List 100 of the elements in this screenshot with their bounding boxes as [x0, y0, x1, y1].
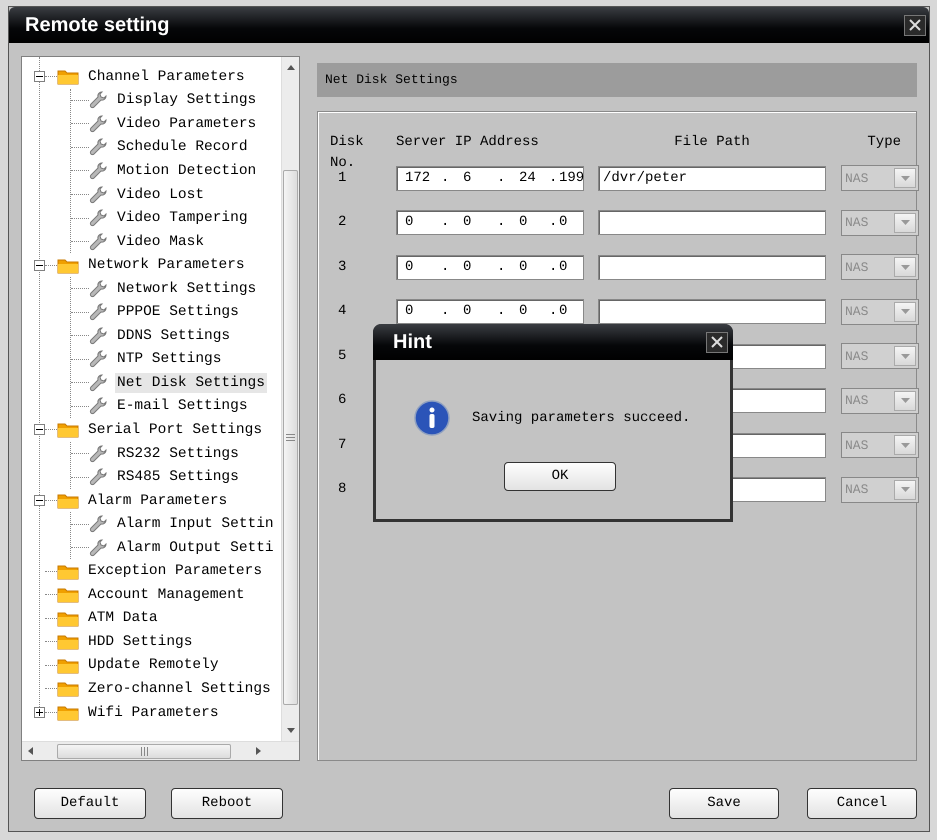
tree-item[interactable]: Update Remotely: [86, 655, 221, 676]
folder-icon: [57, 421, 79, 438]
scroll-thumb[interactable]: [57, 744, 231, 759]
disk-number: 7: [338, 436, 346, 455]
folder-icon: [57, 656, 79, 674]
wrench-icon: [89, 186, 107, 204]
close-icon: [710, 335, 724, 349]
disk-number: 6: [338, 391, 346, 410]
column-header: Disk No.: [330, 134, 364, 171]
tree-item[interactable]: Channel Parameters: [86, 66, 247, 87]
tree-item[interactable]: Serial Port Settings: [86, 420, 264, 440]
action-button[interactable]: Default: [34, 788, 146, 819]
file-path-field[interactable]: [598, 299, 826, 324]
tree-item[interactable]: Schedule Record: [115, 137, 250, 158]
tree-item[interactable]: HDD Settings: [86, 632, 194, 652]
folder-icon: [57, 256, 79, 274]
disk-number: 3: [338, 258, 346, 277]
tree-item[interactable]: Exception Parameters: [86, 561, 264, 582]
expander-icon[interactable]: [34, 71, 45, 82]
close-button[interactable]: [706, 332, 728, 352]
folder-icon: [57, 680, 79, 698]
tree-item[interactable]: Alarm Output Setti: [115, 538, 276, 558]
tree-item[interactable]: Motion Detection: [115, 160, 258, 181]
panel-title: Net Disk Settings: [325, 71, 458, 90]
wrench-icon: [89, 162, 107, 180]
tree-item[interactable]: Account Management: [86, 584, 247, 605]
column-header: Server IP Address: [396, 134, 539, 150]
expander-icon[interactable]: [34, 495, 45, 506]
action-button[interactable]: Reboot: [171, 788, 283, 819]
column-header: Type: [867, 134, 901, 150]
folder-icon: [57, 704, 79, 722]
tree-item[interactable]: PPPOE Settings: [115, 302, 241, 322]
column-header: File Path: [674, 134, 750, 150]
tree-item[interactable]: Video Tampering: [115, 208, 250, 228]
tree-item[interactable]: E-mail Settings: [115, 396, 250, 416]
tree-item[interactable]: Net Disk Settings: [115, 372, 267, 393]
file-path-field[interactable]: [598, 254, 826, 280]
wrench-icon: [89, 515, 107, 534]
expander-icon[interactable]: [34, 424, 45, 436]
disk-number: 4: [338, 302, 346, 322]
tree-item[interactable]: Video Mask: [115, 232, 206, 252]
close-button[interactable]: [904, 14, 926, 36]
tree-item[interactable]: RS232 Settings: [115, 444, 241, 464]
folder-icon: [57, 586, 79, 604]
tree-item[interactable]: RS485 Settings: [115, 467, 241, 488]
file-path-field[interactable]: [598, 210, 826, 236]
caret-icon: [900, 220, 910, 226]
wrench-icon: [89, 138, 107, 156]
info-icon: [414, 400, 450, 436]
folder-icon: [57, 562, 79, 580]
caret-icon: [900, 487, 910, 492]
action-button[interactable]: Save: [669, 788, 779, 819]
wrench-icon: [89, 91, 107, 110]
action-button[interactable]: Cancel: [807, 788, 917, 819]
caret-icon: [900, 354, 910, 359]
wrench-icon: [89, 326, 107, 345]
wrench-icon: [89, 397, 107, 416]
expander-icon[interactable]: [34, 707, 45, 718]
tree-item[interactable]: Zero-channel Settings: [86, 678, 273, 699]
wrench-icon: [89, 374, 107, 392]
tree-item[interactable]: NTP Settings: [115, 349, 224, 370]
caret-icon: [900, 442, 910, 448]
wrench-icon: [89, 114, 107, 133]
disk-number: 8: [338, 480, 346, 500]
wrench-icon: [89, 303, 107, 322]
scroll-thumb[interactable]: [283, 170, 298, 705]
caret-icon: [900, 309, 910, 314]
tree-item[interactable]: Network Settings: [115, 278, 258, 299]
folder-icon: [57, 492, 79, 510]
expander-icon[interactable]: [34, 260, 45, 271]
caret-icon: [900, 176, 910, 181]
tree-item[interactable]: Display Settings: [115, 90, 258, 110]
vertical-scrollbar[interactable]: [281, 57, 299, 741]
window-title: Remote setting: [25, 13, 170, 38]
caret-icon: [900, 264, 910, 270]
caret-icon: [900, 398, 910, 404]
tree-item[interactable]: ATM Data: [86, 608, 160, 628]
disk-number: 2: [338, 213, 346, 232]
wrench-icon: [89, 280, 107, 298]
grip-icon: [140, 747, 148, 756]
horizontal-scrollbar[interactable]: [22, 741, 299, 760]
tree-item[interactable]: Alarm Parameters: [86, 490, 230, 511]
up-arrow-icon: [287, 65, 295, 70]
wrench-icon: [89, 444, 107, 463]
right-arrow-icon: [256, 747, 261, 755]
tree-item[interactable]: Network Parameters: [86, 255, 247, 276]
tree-item[interactable]: Video Parameters: [115, 114, 258, 134]
down-arrow-icon: [287, 728, 295, 733]
ok-button[interactable]: OK: [504, 462, 616, 491]
wrench-icon: [89, 468, 107, 486]
folder-icon: [57, 610, 79, 627]
disk-number: 5: [338, 346, 346, 366]
tree-item[interactable]: Alarm Input Settin: [115, 514, 276, 534]
wrench-icon: [89, 538, 107, 557]
tree-item[interactable]: Wifi Parameters: [86, 702, 221, 723]
tree-item[interactable]: Video Lost: [115, 184, 206, 204]
dialog-message: Saving parameters succeed.: [472, 408, 690, 428]
tree-item[interactable]: DDNS Settings: [115, 326, 232, 346]
folder-icon: [57, 68, 79, 86]
close-icon: [908, 18, 922, 32]
